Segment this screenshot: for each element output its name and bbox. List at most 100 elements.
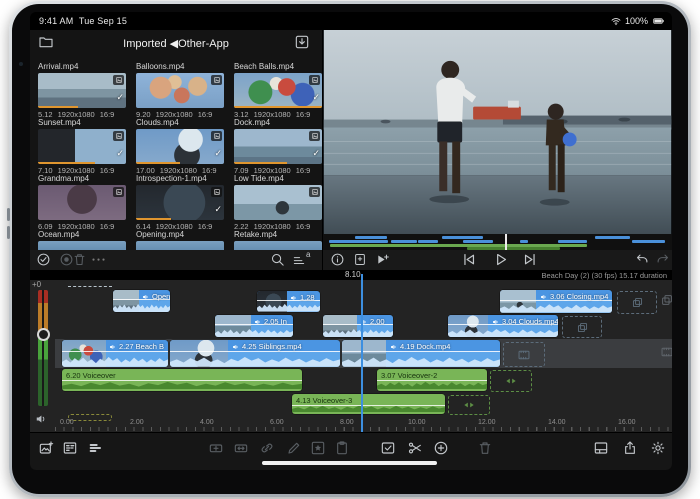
library-title[interactable]: Imported ◀Other-App <box>30 37 322 50</box>
settings-gear-icon[interactable] <box>650 440 666 456</box>
home-indicator[interactable] <box>262 461 437 465</box>
library-item[interactable]: Beach Balls.mp4 3.121920x108016:9 <box>234 62 322 119</box>
library-item[interactable]: Ocean.mp4 <box>38 230 126 252</box>
timeline-clip-siblings[interactable]: 4.25 Siblings.mp4 <box>170 340 340 367</box>
library-item[interactable]: Balloons.mp4 9.201920x108016:9 <box>136 62 224 119</box>
clip-thumbnail[interactable] <box>234 129 322 164</box>
track-grid-icon[interactable] <box>62 440 78 456</box>
pencil-icon[interactable] <box>286 440 302 456</box>
media-type-icon <box>309 187 320 197</box>
play-insert-icon[interactable] <box>375 252 391 267</box>
audio-clip-voiceover-2[interactable]: 3.07 Voiceover-2 <box>377 369 487 391</box>
timeline-overview[interactable] <box>323 234 672 250</box>
library-item[interactable]: Introspection-1.mp4 6.141920x108016:9 <box>136 174 224 231</box>
media-library-panel: Imported ◀Other-App Arrival.mp4 5.121920… <box>30 30 322 250</box>
add-note-icon[interactable] <box>353 252 367 267</box>
timeline-clip-128[interactable]: 1.28 <box>257 291 320 312</box>
clip-thumbnail[interactable] <box>136 73 224 108</box>
library-item[interactable]: Opening.mp4 <box>136 230 224 252</box>
overwrite-icon[interactable] <box>233 440 249 456</box>
timeline-clip-introspection[interactable]: 2.05 In <box>215 315 293 337</box>
level-knob[interactable] <box>37 328 50 341</box>
clipboard-icon[interactable] <box>334 440 350 456</box>
multiview-icon[interactable] <box>593 440 609 456</box>
check-icon <box>312 148 320 159</box>
speaker-icon[interactable] <box>35 412 49 426</box>
insert-icon[interactable] <box>208 440 224 456</box>
video-preview[interactable] <box>323 30 672 234</box>
status-date: Tue Sep 15 <box>79 16 127 26</box>
add-circle-icon[interactable] <box>433 440 449 456</box>
library-item[interactable]: Dock.mp4 7.091920x108016:9 <box>234 118 322 175</box>
ruler-label: 0.00 <box>60 419 74 426</box>
timeline-clip-dock[interactable]: 4.19 Dock.mp4 <box>342 340 500 367</box>
share-icon[interactable] <box>622 440 638 456</box>
screenshot-root: { "status_bar": { "time": "9:41 AM", "da… <box>0 0 700 499</box>
select-circle-icon[interactable] <box>36 252 51 267</box>
clip-placeholder-copy[interactable] <box>562 316 602 338</box>
audio-clip-voiceover[interactable]: 6.20 Voiceover <box>62 369 302 391</box>
star-icon[interactable] <box>310 440 326 456</box>
library-item[interactable]: Clouds.mp4 17.001920x108016:9 <box>136 118 224 175</box>
usage-bar <box>38 106 78 109</box>
library-item[interactable]: Retake.mp4 <box>234 230 322 252</box>
select-check-icon[interactable] <box>380 440 396 456</box>
clip-placeholder-film[interactable] <box>503 342 545 367</box>
volume-down-button[interactable] <box>7 226 10 239</box>
clip-thumbnail[interactable] <box>136 185 224 220</box>
library-item[interactable]: Low Tide.mp4 2.221920x108016:9 <box>234 174 322 231</box>
overview-bar <box>355 236 387 239</box>
audio-placeholder-stretch[interactable] <box>490 370 532 392</box>
timeline-clip-clouds[interactable]: 3.04 Clouds.mp4 <box>448 315 558 337</box>
timeline[interactable]: +0 Open 1.28 3.06 Closing.mp4 2.05 <box>30 280 672 432</box>
clip-thumbnail[interactable] <box>38 73 126 108</box>
clip-thumbnail[interactable] <box>234 185 322 220</box>
overview-bar <box>632 240 665 243</box>
overview-bar <box>595 236 630 239</box>
ruler-label: 8.00 <box>340 419 354 426</box>
skip-forward-icon[interactable] <box>522 251 539 268</box>
redo-icon[interactable] <box>655 252 670 267</box>
library-item[interactable]: Grandma.mp4 6.091920x108016:9 <box>38 174 126 231</box>
overview-bar <box>558 240 587 243</box>
audio-placeholder-stretch[interactable] <box>448 395 490 415</box>
trash-icon[interactable] <box>72 252 87 267</box>
import-icon[interactable] <box>294 34 310 50</box>
clip-thumbnail[interactable] <box>38 185 126 220</box>
track-film-icon[interactable] <box>660 345 672 359</box>
track-list-icon[interactable] <box>88 440 104 456</box>
add-media-icon[interactable] <box>38 440 54 456</box>
usage-bar <box>38 162 95 165</box>
info-icon[interactable] <box>330 252 345 267</box>
trash-icon[interactable] <box>477 440 493 456</box>
search-icon[interactable] <box>270 252 285 267</box>
library-item[interactable]: Arrival.mp4 5.121920x108016:9 <box>38 62 126 119</box>
clip-thumbnail[interactable] <box>38 129 126 164</box>
clip-placeholder-copy[interactable] <box>617 291 657 314</box>
library-item[interactable]: Sunset.mp4 7.101920x108016:9 <box>38 118 126 175</box>
play-icon[interactable] <box>492 251 509 268</box>
clip-thumbnail[interactable] <box>234 73 322 108</box>
clip-name: Clouds.mp4 <box>136 118 224 128</box>
timeline-clip-closing[interactable]: 3.06 Closing.mp4 <box>500 290 612 313</box>
check-icon <box>312 92 320 103</box>
sort-by-name-icon[interactable] <box>292 253 306 267</box>
timeline-clip-opening-overlay[interactable]: Open <box>113 290 170 312</box>
timeline-clip-200[interactable]: 2.00 <box>323 315 393 337</box>
track-copy-icon[interactable] <box>660 293 672 307</box>
link-icon[interactable] <box>259 440 275 456</box>
library-toolbar: a <box>30 250 322 270</box>
gain-label: +0 <box>32 280 41 289</box>
volume-up-button[interactable] <box>7 208 10 221</box>
overview-bar <box>520 240 528 243</box>
undo-icon[interactable] <box>635 252 650 267</box>
check-icon <box>116 148 124 159</box>
clip-thumbnail[interactable] <box>136 129 224 164</box>
skip-back-icon[interactable] <box>460 251 477 268</box>
audio-clip-voiceover-3[interactable]: 4.13 Voiceover-3 <box>292 394 445 414</box>
playhead[interactable] <box>361 274 363 432</box>
more-dots-icon[interactable] <box>92 253 107 263</box>
overview-playhead[interactable] <box>505 234 507 250</box>
timeline-clip-beachballs[interactable]: 2.27 Beach B <box>62 340 168 367</box>
scissors-icon[interactable] <box>407 440 423 456</box>
